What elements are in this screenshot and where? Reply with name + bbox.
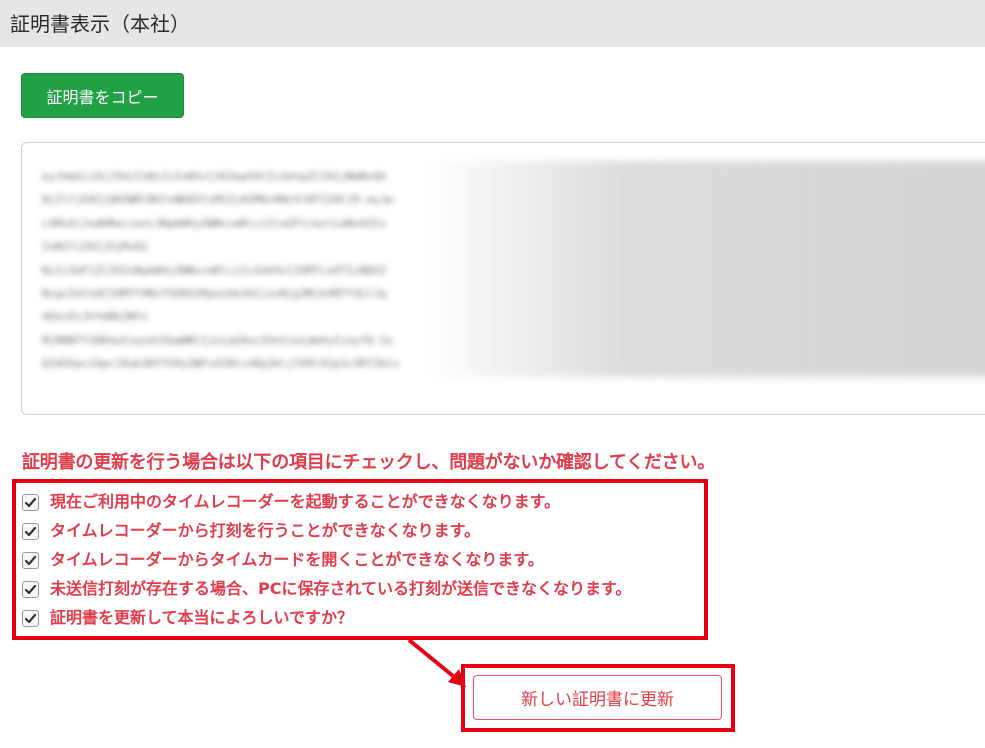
checkmark-icon <box>24 613 37 623</box>
checkmark-icon <box>24 584 37 594</box>
checklist-item-label: 未送信打刻が存在する場合、PCに保存されている打刻が送信できなくなります。 <box>50 579 632 598</box>
page-title: 証明書表示（本社） <box>10 12 190 36</box>
checkmark-icon <box>24 526 37 536</box>
checklist-item[interactable]: タイムレコーダーからタイムカードを開くことができなくなります。 <box>22 548 544 572</box>
title-bar: 証明書表示（本社） <box>0 0 985 47</box>
checklist-item[interactable]: 証明書を更新して本当によろしいですか？ <box>22 606 353 630</box>
checklist-item-label: 現在ご利用中のタイムレコーダーを起動することができなくなります。 <box>50 492 561 511</box>
certificate-blur-overlay <box>422 161 985 377</box>
update-certificate-button[interactable]: 新しい証明書に更新 <box>473 675 722 720</box>
checkbox-checked[interactable] <box>22 551 39 569</box>
checklist-item-label: タイムレコーダーからタイムカードを開くことができなくなります。 <box>50 550 544 569</box>
checklist-item[interactable]: 未送信打刻が存在する場合、PCに保存されている打刻が送信できなくなります。 <box>22 577 631 601</box>
certificate-textarea[interactable]: eyJhbGciOiJSUzI1NiIsInR5cCI6IkpXVCIsImtp… <box>21 142 985 415</box>
checkmark-icon <box>24 497 37 507</box>
checkbox-checked[interactable] <box>22 609 39 627</box>
copy-certificate-button[interactable]: 証明書をコピー <box>21 73 184 118</box>
update-warning-message: 証明書の更新を行う場合は以下の項目にチェックし、問題がないか確認してください。 <box>22 452 716 473</box>
checklist-item-label: タイムレコーダーから打刻を行うことができなくなります。 <box>50 521 481 540</box>
checklist-item[interactable]: 現在ご利用中のタイムレコーダーを起動することができなくなります。 <box>22 490 560 514</box>
checklist-item-label: 証明書を更新して本当によろしいですか？ <box>50 608 354 627</box>
checkbox-checked[interactable] <box>22 580 39 598</box>
checkmark-icon <box>24 555 37 565</box>
checklist-item[interactable]: タイムレコーダーから打刻を行うことができなくなります。 <box>22 519 480 543</box>
checkbox-checked[interactable] <box>22 493 39 511</box>
checkbox-checked[interactable] <box>22 522 39 540</box>
